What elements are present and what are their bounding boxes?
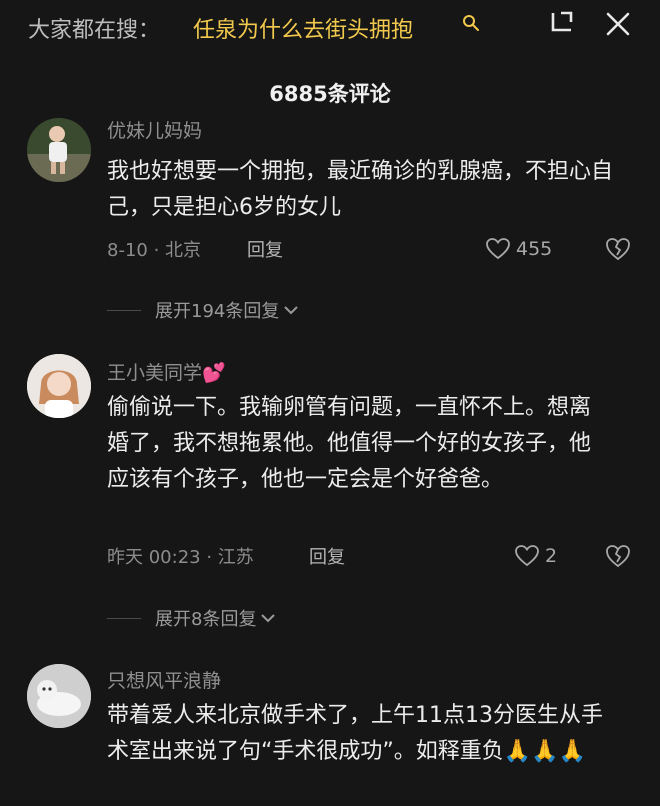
like-count: 2 <box>545 545 558 567</box>
reply-button[interactable]: 回复 <box>309 543 345 569</box>
comment-text: 带着爱人来北京做手术了，上午11点13分医生从手术室出来说了句“手术很成功”。如… <box>107 703 603 764</box>
comment-item: 只想风平浪静 带着爱人来北京做手术了，上午11点13分医生从手术室出来说了句“手… <box>0 660 660 806</box>
expand-label: 展开8条回复 <box>155 609 257 630</box>
heart-icon <box>486 238 510 260</box>
comment-text: 我也好想要一个拥抱，最近确诊的乳腺癌，不担心自己，只是担心6岁的女儿 <box>107 159 614 220</box>
like-button[interactable]: 455 <box>486 236 552 262</box>
comment-count-title: 6885条评论 <box>269 82 391 106</box>
like-count: 455 <box>516 238 553 260</box>
comment-item: 王小美同学💕 偷偷说一下。我输卵管有问题，一直怀不上。想离婚了，我不想拖累他。他… <box>0 350 660 640</box>
top-bar: 大家都在搜： 任泉为什么去街头拥抱 <box>0 0 660 60</box>
heart-icon <box>515 545 539 567</box>
expand-replies[interactable]: 展开194条回复 <box>107 296 299 324</box>
comment-meta: 8-10 · 北京 <box>107 240 202 261</box>
comment-text: 偷偷说一下。我输卵管有问题，一直怀不上。想离婚了，我不想拖累他。他值得一个好的女… <box>107 395 592 492</box>
comment-meta: 昨天 00:23 · 江苏 <box>107 547 254 568</box>
expand-replies[interactable]: 展开8条回复 <box>107 604 276 632</box>
username[interactable]: 优妹儿妈妈 <box>107 116 202 143</box>
comment-item: 优妹儿妈妈 我也好想要一个拥抱，最近确诊的乳腺癌，不担心自己，只是担心6岁的女儿… <box>0 112 660 332</box>
reply-button[interactable]: 回复 <box>247 236 283 262</box>
avatar[interactable] <box>27 118 91 182</box>
close-icon[interactable] <box>604 10 632 38</box>
chevron-down-icon <box>261 614 276 623</box>
avatar[interactable] <box>27 354 91 418</box>
expand-label: 展开194条回复 <box>155 301 280 322</box>
avatar[interactable] <box>27 664 91 728</box>
username[interactable]: 只想风平浪静 <box>107 666 221 693</box>
broken-heart-icon[interactable] <box>605 543 631 569</box>
search-icon[interactable] <box>462 14 480 32</box>
broken-heart-icon[interactable] <box>605 236 631 262</box>
divider-line <box>107 617 141 619</box>
chevron-down-icon <box>284 306 299 315</box>
divider-line <box>107 309 141 311</box>
username[interactable]: 王小美同学💕 <box>107 358 226 385</box>
collapse-icon[interactable] <box>547 10 575 38</box>
hot-search-query[interactable]: 任泉为什么去街头拥抱 <box>193 12 413 44</box>
like-button[interactable]: 2 <box>515 543 557 569</box>
hot-search-prefix: 大家都在搜： <box>28 18 161 43</box>
